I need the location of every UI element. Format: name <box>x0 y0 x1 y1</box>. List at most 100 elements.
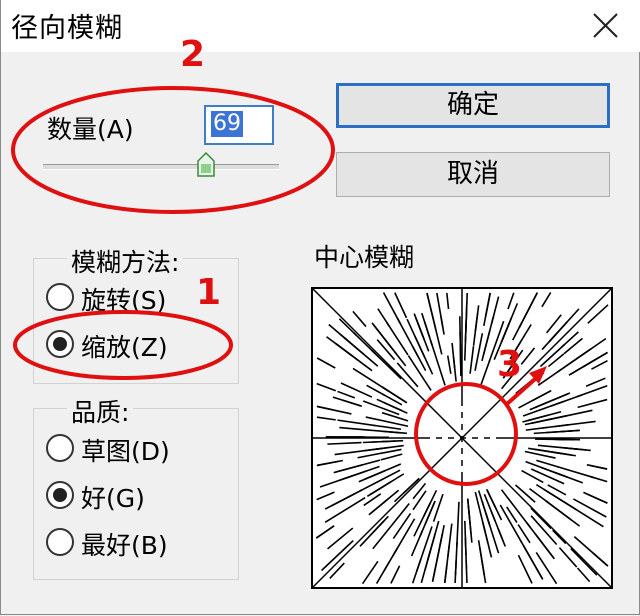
preview-streak <box>483 527 493 558</box>
preview-streak <box>512 322 523 341</box>
close-icon <box>593 13 618 38</box>
preview-streak <box>440 316 445 335</box>
annotation-3: 3 <box>497 344 523 385</box>
preview-streak <box>536 459 559 468</box>
preview-label: 中心模糊 <box>314 243 415 272</box>
preview-streak <box>381 411 409 422</box>
preview-streak <box>431 539 442 583</box>
amount-slider-thumb[interactable] <box>197 152 215 178</box>
preview-streak <box>327 527 354 550</box>
preview-streak <box>565 447 586 451</box>
preview-streak <box>377 308 390 327</box>
amount-input[interactable]: 69 <box>204 105 274 145</box>
preview-streak <box>337 419 376 427</box>
preview-streak <box>525 426 548 431</box>
preview-streak <box>587 304 609 324</box>
preview-streak <box>446 292 450 310</box>
radio-zoom[interactable] <box>46 330 74 358</box>
preview-streak <box>479 359 491 387</box>
preview-streak <box>335 459 381 473</box>
preview-streak <box>465 560 468 584</box>
preview-streak <box>362 440 396 444</box>
radio-spin-label[interactable]: 旋转(S) <box>81 281 166 317</box>
preview-streak <box>591 359 608 370</box>
preview-streak <box>454 560 457 584</box>
preview-streak <box>375 561 390 584</box>
preview-streak <box>472 305 480 346</box>
radio-good[interactable] <box>46 481 74 509</box>
preview-streak <box>587 464 608 470</box>
preview-streak <box>467 506 472 534</box>
preview-streak <box>380 453 403 461</box>
preview-streak <box>332 396 361 407</box>
preview-streak <box>576 567 591 583</box>
preview-streak <box>583 491 608 504</box>
preview-streak <box>590 475 608 483</box>
radio-best-label[interactable]: 最好(B) <box>81 526 168 562</box>
preview-streak <box>363 493 382 507</box>
preview-streak <box>316 357 336 369</box>
preview-streak <box>577 398 608 409</box>
preview-streak <box>517 554 533 584</box>
preview-streak <box>520 540 544 580</box>
radio-draft-label[interactable]: 草图(D) <box>81 432 170 468</box>
amount-value: 69 <box>211 111 243 137</box>
preview-streak <box>415 526 433 572</box>
preview-streak <box>456 501 460 547</box>
preview-streak <box>386 321 409 356</box>
preview-streak <box>443 544 451 584</box>
cancel-button[interactable]: 取消 <box>336 152 610 197</box>
preview-streak <box>316 416 336 421</box>
preview-streak <box>530 468 565 485</box>
preview-streak <box>334 447 382 456</box>
preview-streak <box>326 336 353 357</box>
preview-streak <box>316 405 352 415</box>
preview-streak <box>520 347 536 365</box>
preview-streak <box>392 512 412 540</box>
preview-streak <box>474 333 484 371</box>
preview-streak <box>446 355 452 374</box>
preview-streak <box>429 340 446 386</box>
preview-streak <box>507 292 515 310</box>
preview-streak <box>369 489 400 515</box>
close-button[interactable] <box>579 4 629 48</box>
radio-spin[interactable] <box>46 283 74 311</box>
radio-zoom-label[interactable]: 缩放(Z) <box>81 328 168 364</box>
zoom-lines-preview <box>313 289 611 587</box>
amount-slider-track[interactable] <box>43 164 279 170</box>
amount-label: 数量(A) <box>47 115 134 144</box>
annotation-2: 2 <box>180 34 206 75</box>
preview-streak <box>370 429 407 435</box>
preview-streak <box>393 350 407 367</box>
radial-blur-dialog: 径向模糊 数量(A) 69 确定 取消 模糊方法: 旋转(S) 缩放(Z) 品质… <box>0 0 640 615</box>
blur-center-preview[interactable] <box>311 287 613 589</box>
preview-streak <box>331 492 356 507</box>
preview-streak <box>315 525 335 539</box>
preview-streak <box>329 562 345 579</box>
preview-streak <box>563 501 604 528</box>
preview-streak <box>316 382 337 392</box>
preview-streak <box>439 524 445 546</box>
preview-streak <box>585 377 606 387</box>
preview-streak <box>320 540 354 572</box>
title-bar: 径向模糊 <box>1 0 640 52</box>
preview-streak <box>410 530 424 557</box>
quality-title: 品质: <box>67 393 134 429</box>
preview-streak <box>352 310 367 328</box>
preview-streak <box>459 343 462 377</box>
preview-streak <box>327 441 362 445</box>
preview-streak <box>412 490 427 511</box>
radio-best[interactable] <box>46 528 74 556</box>
blur-method-title: 模糊方法: <box>67 243 184 279</box>
ok-button[interactable]: 确定 <box>336 83 610 128</box>
preview-streak <box>518 292 538 328</box>
preview-streak <box>361 560 379 585</box>
annotation-1: 1 <box>196 272 222 313</box>
radio-good-label[interactable]: 好(G) <box>81 479 145 515</box>
radio-draft[interactable] <box>46 434 74 462</box>
preview-streak <box>324 497 366 524</box>
preview-streak <box>464 520 467 556</box>
preview-streak <box>483 493 496 522</box>
annotation-ellipse-amount <box>11 86 335 214</box>
preview-streak <box>319 475 353 488</box>
